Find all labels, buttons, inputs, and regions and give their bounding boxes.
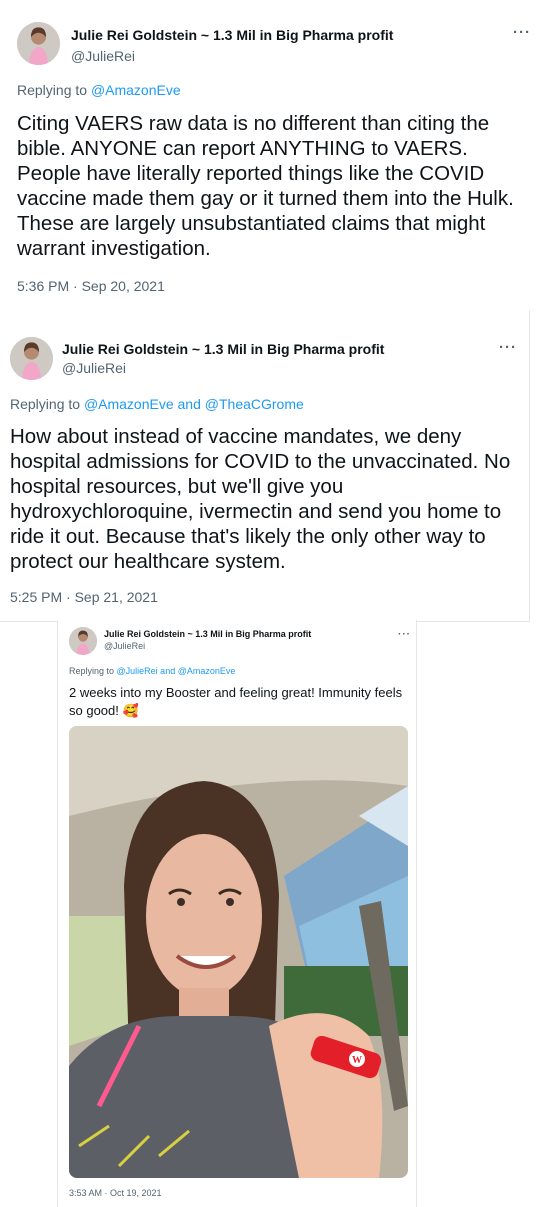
display-name[interactable]: Julie Rei Goldstein ~ 1.3 Mil in Big Pha… [71,27,393,43]
display-name[interactable]: Julie Rei Goldstein ~ 1.3 Mil in Big Pha… [62,341,384,357]
more-dots-icon[interactable]: ··· [499,339,517,356]
tweet-timestamp[interactable]: 5:25 PM · Sep 21, 2021 [10,589,158,605]
replying-to: Replying to @JulieRei and @AmazonEve [69,666,235,676]
tweet-text: How about instead of vaccine mandates, w… [10,425,511,573]
avatar[interactable] [69,627,97,655]
username[interactable]: @JulieRei [71,48,135,64]
tweet-text: 2 weeks into my Booster and feeling grea… [69,685,403,718]
replying-to-label: Replying to [69,666,117,676]
more-dots-icon[interactable]: ··· [398,629,411,640]
avatar[interactable] [10,337,53,380]
reply-mention-link[interactable]: @AmazonEve [91,82,181,98]
tweet-photo[interactable]: W [69,726,408,1178]
reply-mention-link[interactable]: @JulieRei and @AmazonEve [117,666,236,676]
display-name[interactable]: Julie Rei Goldstein ~ 1.3 Mil in Big Pha… [104,629,311,639]
replying-to-label: Replying to [10,396,84,412]
replying-to: Replying to @AmazonEve [17,82,181,98]
tweet-card[interactable]: Julie Rei Goldstein ~ 1.3 Mil in Big Pha… [0,310,530,622]
more-dots-icon[interactable]: ··· [513,24,531,41]
username[interactable]: @JulieRei [62,360,126,376]
tweet-card[interactable]: Julie Rei Goldstein ~ 1.3 Mil in Big Pha… [0,0,540,305]
tweet-timestamp[interactable]: 5:36 PM · Sep 20, 2021 [17,278,165,294]
reply-mention-link[interactable]: @AmazonEve and @TheaCGrome [84,396,304,412]
username[interactable]: @JulieRei [104,641,145,651]
avatar[interactable] [17,22,60,65]
replying-to-label: Replying to [17,82,91,98]
tweet-text: Citing VAERS raw data is no different th… [17,112,514,260]
bandage-logo: W [352,1055,362,1066]
tweet-timestamp[interactable]: 3:53 AM · Oct 19, 2021 [69,1188,162,1198]
replying-to: Replying to @AmazonEve and @TheaCGrome [10,396,304,412]
tweet-card[interactable]: Julie Rei Goldstein ~ 1.3 Mil in Big Pha… [57,620,417,1207]
